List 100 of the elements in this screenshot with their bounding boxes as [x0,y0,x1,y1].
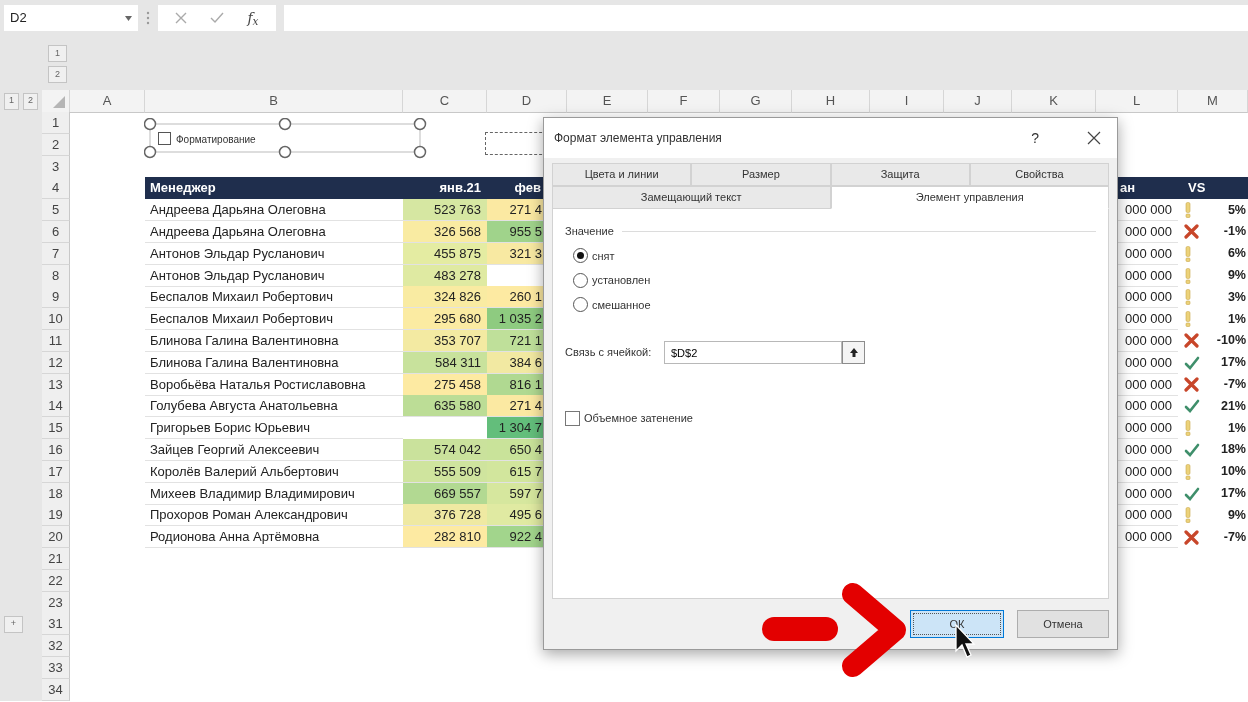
tab[interactable]: Элемент управления [830,186,1109,209]
row-header[interactable]: 3 [42,155,70,178]
column-header[interactable]: F [648,90,720,113]
table-cell: 574 042 [403,438,487,461]
selection-frame[interactable] [144,118,428,160]
exclamation-icon [1184,267,1192,284]
row-header[interactable]: 21 [42,547,70,570]
table-cell: 635 580 [403,395,487,418]
row-header[interactable]: 34 [42,678,70,701]
expand-group-button[interactable]: + [4,615,23,633]
table-cell: 271 4 [487,395,543,418]
column-header[interactable]: M [1178,90,1248,113]
name-box[interactable]: D2 [4,5,138,31]
column-header[interactable]: D [487,90,567,113]
table-cell: Королёв Валерий Альбертович [145,460,403,483]
row-header[interactable]: 33 [42,656,70,679]
collapse-dialog-button[interactable] [842,341,865,364]
table-cell: Воробьёва Наталья Ростиславовна [145,373,403,396]
tab[interactable]: Размер [691,163,831,186]
column-header[interactable]: H [792,90,870,113]
table-cell: Родионова Анна Артёмовна [145,526,403,549]
row-header[interactable]: 32 [42,635,70,658]
cell-link-field[interactable]: $D$2 [664,341,842,364]
table-cell-text: 5% [1227,201,1246,219]
table-cell: 483 278 [403,264,487,287]
table-cell: 650 4 [487,438,543,461]
row-header[interactable]: 19 [42,504,70,527]
row-header[interactable]: 1 [42,112,70,134]
row-header[interactable]: 13 [42,373,70,396]
table-cell: Антонов Эльдар Русланович [145,242,403,265]
row-header[interactable]: 5 [42,199,70,222]
row-header[interactable]: 9 [42,286,70,309]
checkbox[interactable] [565,410,580,426]
radio-button[interactable] [573,297,588,313]
column-header[interactable]: K [1012,90,1096,113]
row-header[interactable]: 11 [42,329,70,352]
tab[interactable]: Замещающий текст [552,186,831,209]
table-cell-text: 9% [1227,506,1246,524]
row-header[interactable]: 7 [42,242,70,265]
table-cell: 597 7 [487,482,543,505]
cross-icon [1184,224,1199,240]
tab[interactable]: Свойства [969,163,1109,186]
table-cell: 816 1 [487,373,543,396]
table-cell: 615 7 [487,460,543,483]
outline-level-button[interactable]: 2 [48,66,67,83]
column-header[interactable]: A [70,90,145,113]
checkbox-label: Объемное затенение [584,411,693,426]
table-cell-text: -7% [1223,528,1246,546]
column-header[interactable]: E [567,90,648,113]
column-header[interactable]: L [1096,90,1178,113]
dropdown-caret-icon[interactable] [125,15,132,21]
column-heading: VS [1178,177,1248,200]
table-cell: Григорьев Борис Юрьевич [145,417,403,440]
dialog-button[interactable]: ОК [910,610,1004,638]
radio-button[interactable] [573,272,588,288]
radio-button[interactable] [573,248,588,264]
row-header[interactable]: 8 [42,264,70,287]
row-header[interactable]: 15 [42,417,70,440]
column-header[interactable]: G [720,90,792,113]
table-cell: 271 4 [487,199,543,222]
insert-function-button[interactable]: f$_{x}$ [247,7,259,29]
close-icon[interactable] [1087,131,1101,145]
check-icon[interactable] [210,12,225,24]
checkbox-label: Форматирование [176,133,256,147]
outline-level-button[interactable]: 2 [23,92,38,110]
column-heading: Менеджер [145,177,403,200]
row-header[interactable]: 22 [42,569,70,592]
column-header[interactable]: C [403,90,487,113]
row-header[interactable]: 23 [42,591,70,614]
help-button[interactable]: ? [1031,127,1039,149]
row-header[interactable]: 16 [42,438,70,461]
tab[interactable]: Защита [830,163,970,186]
grip-icon[interactable] [146,11,150,25]
table-cell: Блинова Галина Валентиновна [145,351,403,374]
table-cell: 282 810 [403,526,487,549]
cross-icon [1184,529,1199,545]
form-checkbox[interactable] [158,132,171,145]
row-header[interactable]: 31 [42,613,70,636]
outline-level-button[interactable]: 1 [48,45,67,62]
row-header[interactable]: 18 [42,482,70,505]
row-header[interactable]: 6 [42,221,70,243]
row-header[interactable]: 10 [42,308,70,331]
column-header[interactable]: B [145,90,403,113]
row-header[interactable]: 2 [42,133,70,156]
dialog-button[interactable]: Отмена [1017,610,1109,638]
column-header[interactable]: J [944,90,1012,113]
column-header[interactable]: I [870,90,944,113]
formula-input[interactable] [284,5,1248,31]
table-cell-text: 3% [1227,288,1246,306]
tab[interactable]: Цвета и линии [552,163,692,186]
row-header[interactable]: 14 [42,395,70,418]
table-cell: Андреева Дарьяна Олеговна [145,221,403,243]
table-cell-text: 18% [1220,441,1246,459]
row-header[interactable]: 4 [42,177,70,200]
row-header[interactable]: 17 [42,460,70,483]
exclamation-icon [1184,311,1192,328]
row-header[interactable]: 20 [42,526,70,549]
row-header[interactable]: 12 [42,351,70,374]
outline-level-button[interactable]: 1 [4,92,19,110]
cancel-icon[interactable] [175,12,188,24]
